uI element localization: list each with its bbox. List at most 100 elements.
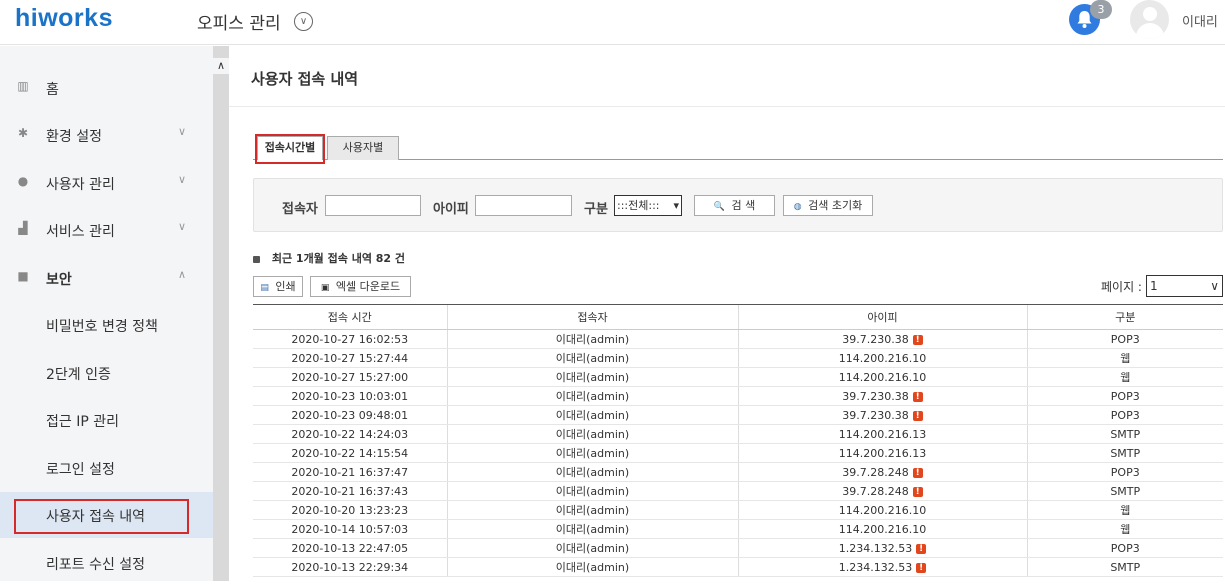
cell-ip: 114.200.216.13 (737, 443, 1027, 463)
cell-user-text: 이대리(admin) (555, 352, 630, 365)
cell-type-text: POP3 (1110, 541, 1140, 555)
cell-time: 2020-10-20 13:23:23 (253, 500, 447, 520)
cell-user: 이대리(admin) (446, 329, 738, 349)
cell-time-text: 2020-10-21 16:37:43 (291, 484, 409, 498)
cell-type-text: 웹 (1120, 371, 1131, 384)
column-header-time: 접속 시간 (253, 304, 447, 330)
warning-icon[interactable]: ! (912, 391, 923, 402)
table-row: 2020-10-13 22:47:05 이대리(admin) 1.234.132.5… (253, 538, 1223, 558)
cell-type: POP3 (1026, 462, 1223, 482)
ip-input[interactable] (475, 195, 572, 216)
sidebar-subitem-report-settings[interactable]: 리포트 수신 설정 (0, 540, 213, 586)
page-select[interactable]: 1 ∨ (1146, 275, 1223, 297)
warning-icon[interactable]: ! (912, 486, 923, 497)
cell-type: 웹 (1026, 348, 1223, 368)
sidebar-subitem-ip-access[interactable]: 접근 IP 관리 (0, 397, 213, 443)
sidebar-item-security[interactable]: ■ 보안 ∧ (0, 255, 213, 301)
cell-type: POP3 (1026, 329, 1223, 349)
print-button[interactable]: ▤ 인쇄 (253, 276, 303, 297)
sidebar-item-home[interactable]: ▥ 홈 (0, 65, 213, 111)
sidebar-subitem-label: 2단계 인증 (46, 367, 111, 383)
sidebar-item-settings[interactable]: ✱ 환경 설정 ∨ (0, 112, 213, 158)
sidebar-item-users[interactable]: ● 사용자 관리 ∨ (0, 160, 213, 206)
cell-ip-text: 114.200.216.10 (838, 351, 927, 365)
cell-ip-text: 114.200.216.10 (838, 503, 927, 517)
scroll-up-icon[interactable]: ∧ (213, 58, 229, 74)
column-header-type: 구분 (1026, 304, 1223, 330)
cell-user-text: 이대리(admin) (555, 428, 630, 441)
cell-ip: 39.7.230.38! (737, 329, 1027, 349)
warning-icon[interactable]: ! (912, 410, 923, 421)
cell-time: 2020-10-14 10:57:03 (253, 519, 447, 539)
highlight-box (255, 134, 325, 164)
office-title[interactable]: 오피스 관리 (197, 9, 281, 34)
cell-user: 이대리(admin) (446, 367, 738, 387)
search-panel: 접속자 아이피 구분 :::전체::: ▾ 🔍 검 색 ◍ 검색 초기화 (253, 178, 1223, 232)
summary-text: 최근 1개월 접속 내역 82 건 (271, 252, 406, 265)
user-name[interactable]: 이대리 (1182, 11, 1218, 30)
cell-ip-text: 114.200.216.13 (838, 446, 927, 460)
cell-time-text: 2020-10-20 13:23:23 (291, 503, 409, 517)
cell-time-text: 2020-10-23 09:48:01 (291, 408, 409, 422)
page-select-value: 1 (1150, 279, 1158, 293)
sidebar-subitem-label: 로그인 설정 (46, 462, 115, 478)
chevron-down-icon: ∨ (178, 220, 187, 233)
access-history-table: 접속 시간 접속자 아이피 구분 2020-10-27 16:02:53 이대리(… (253, 304, 1223, 577)
cell-type-text: POP3 (1110, 332, 1140, 346)
cell-time-text: 2020-10-23 10:03:01 (291, 389, 409, 403)
sidebar-subitem-label: 접근 IP 관리 (46, 414, 119, 430)
sidebar-subitem-access-history[interactable]: 사용자 접속 내역 (0, 492, 213, 538)
sidebar-item-label: 서비스 관리 (46, 224, 115, 240)
cell-time: 2020-10-27 15:27:44 (253, 348, 447, 368)
warning-icon[interactable]: ! (916, 562, 927, 573)
sidebar-subitem-password-policy[interactable]: 비밀번호 변경 정책 (0, 302, 213, 348)
chart-icon: ▟ (18, 221, 28, 235)
notification-count-badge: 3 (1090, 0, 1112, 19)
type-select[interactable]: :::전체::: ▾ (614, 195, 682, 216)
sidebar-item-label: 홈 (46, 82, 59, 98)
gear-icon: ✱ (17, 126, 29, 140)
cell-time-text: 2020-10-13 22:47:05 (291, 541, 409, 555)
excel-button-label: 엑셀 다운로드 (335, 280, 401, 293)
user-input[interactable] (325, 195, 421, 216)
search-button[interactable]: 🔍 검 색 (694, 195, 775, 216)
cell-time: 2020-10-27 16:02:53 (253, 329, 447, 349)
cell-ip: 1.234.132.53! (737, 557, 1027, 577)
cell-user-text: 이대리(admin) (555, 523, 630, 536)
cell-time: 2020-10-23 10:03:01 (253, 386, 447, 406)
sidebar-subitem-label: 사용자 접속 내역 (46, 509, 146, 525)
table-row: 2020-10-27 16:02:53 이대리(admin) 39.7.230.38… (253, 329, 1223, 349)
warning-icon[interactable]: ! (916, 543, 927, 554)
hiworks-logo[interactable]: hiworks (15, 4, 113, 33)
warning-icon[interactable]: ! (912, 467, 923, 478)
cell-user: 이대리(admin) (446, 462, 738, 482)
cell-type: SMTP (1026, 424, 1223, 444)
chevron-down-icon[interactable]: ∨ (294, 12, 313, 31)
cell-type: 웹 (1026, 367, 1223, 387)
cell-user-text: 이대리(admin) (555, 466, 630, 479)
reset-button[interactable]: ◍ 검색 초기화 (783, 195, 873, 216)
sidebar-item-label: 사용자 관리 (46, 177, 115, 193)
cell-ip-text: 39.7.230.38 (842, 332, 909, 346)
tab-by-time[interactable]: 접속시간별 (255, 134, 325, 164)
ip-label: 아이피 (433, 202, 469, 217)
cell-type-text: 웹 (1120, 504, 1131, 517)
tab-label: 사용자별 (342, 141, 384, 154)
excel-download-button[interactable]: ▣ 엑셀 다운로드 (310, 276, 411, 297)
warning-icon[interactable]: ! (912, 334, 923, 345)
tab-by-user[interactable]: 사용자별 (327, 136, 399, 160)
sidebar-item-services[interactable]: ▟ 서비스 관리 ∨ (0, 207, 213, 253)
chevron-down-icon: ∨ (178, 173, 187, 186)
cell-ip: 114.200.216.10 (737, 500, 1027, 520)
cell-time: 2020-10-23 09:48:01 (253, 405, 447, 425)
sidebar-scrollbar[interactable]: ∧ (213, 46, 229, 581)
building-icon: ▥ (17, 79, 29, 93)
sidebar-subitem-two-factor[interactable]: 2단계 인증 (0, 350, 213, 396)
cell-user-text: 이대리(admin) (555, 333, 630, 346)
cell-ip-text: 114.200.216.10 (838, 370, 927, 384)
avatar[interactable] (1130, 0, 1169, 39)
cell-user-text: 이대리(admin) (555, 409, 630, 422)
sidebar-subitem-login-settings[interactable]: 로그인 설정 (0, 445, 213, 491)
chevron-up-icon: ∧ (178, 268, 187, 281)
cell-type: POP3 (1026, 405, 1223, 425)
